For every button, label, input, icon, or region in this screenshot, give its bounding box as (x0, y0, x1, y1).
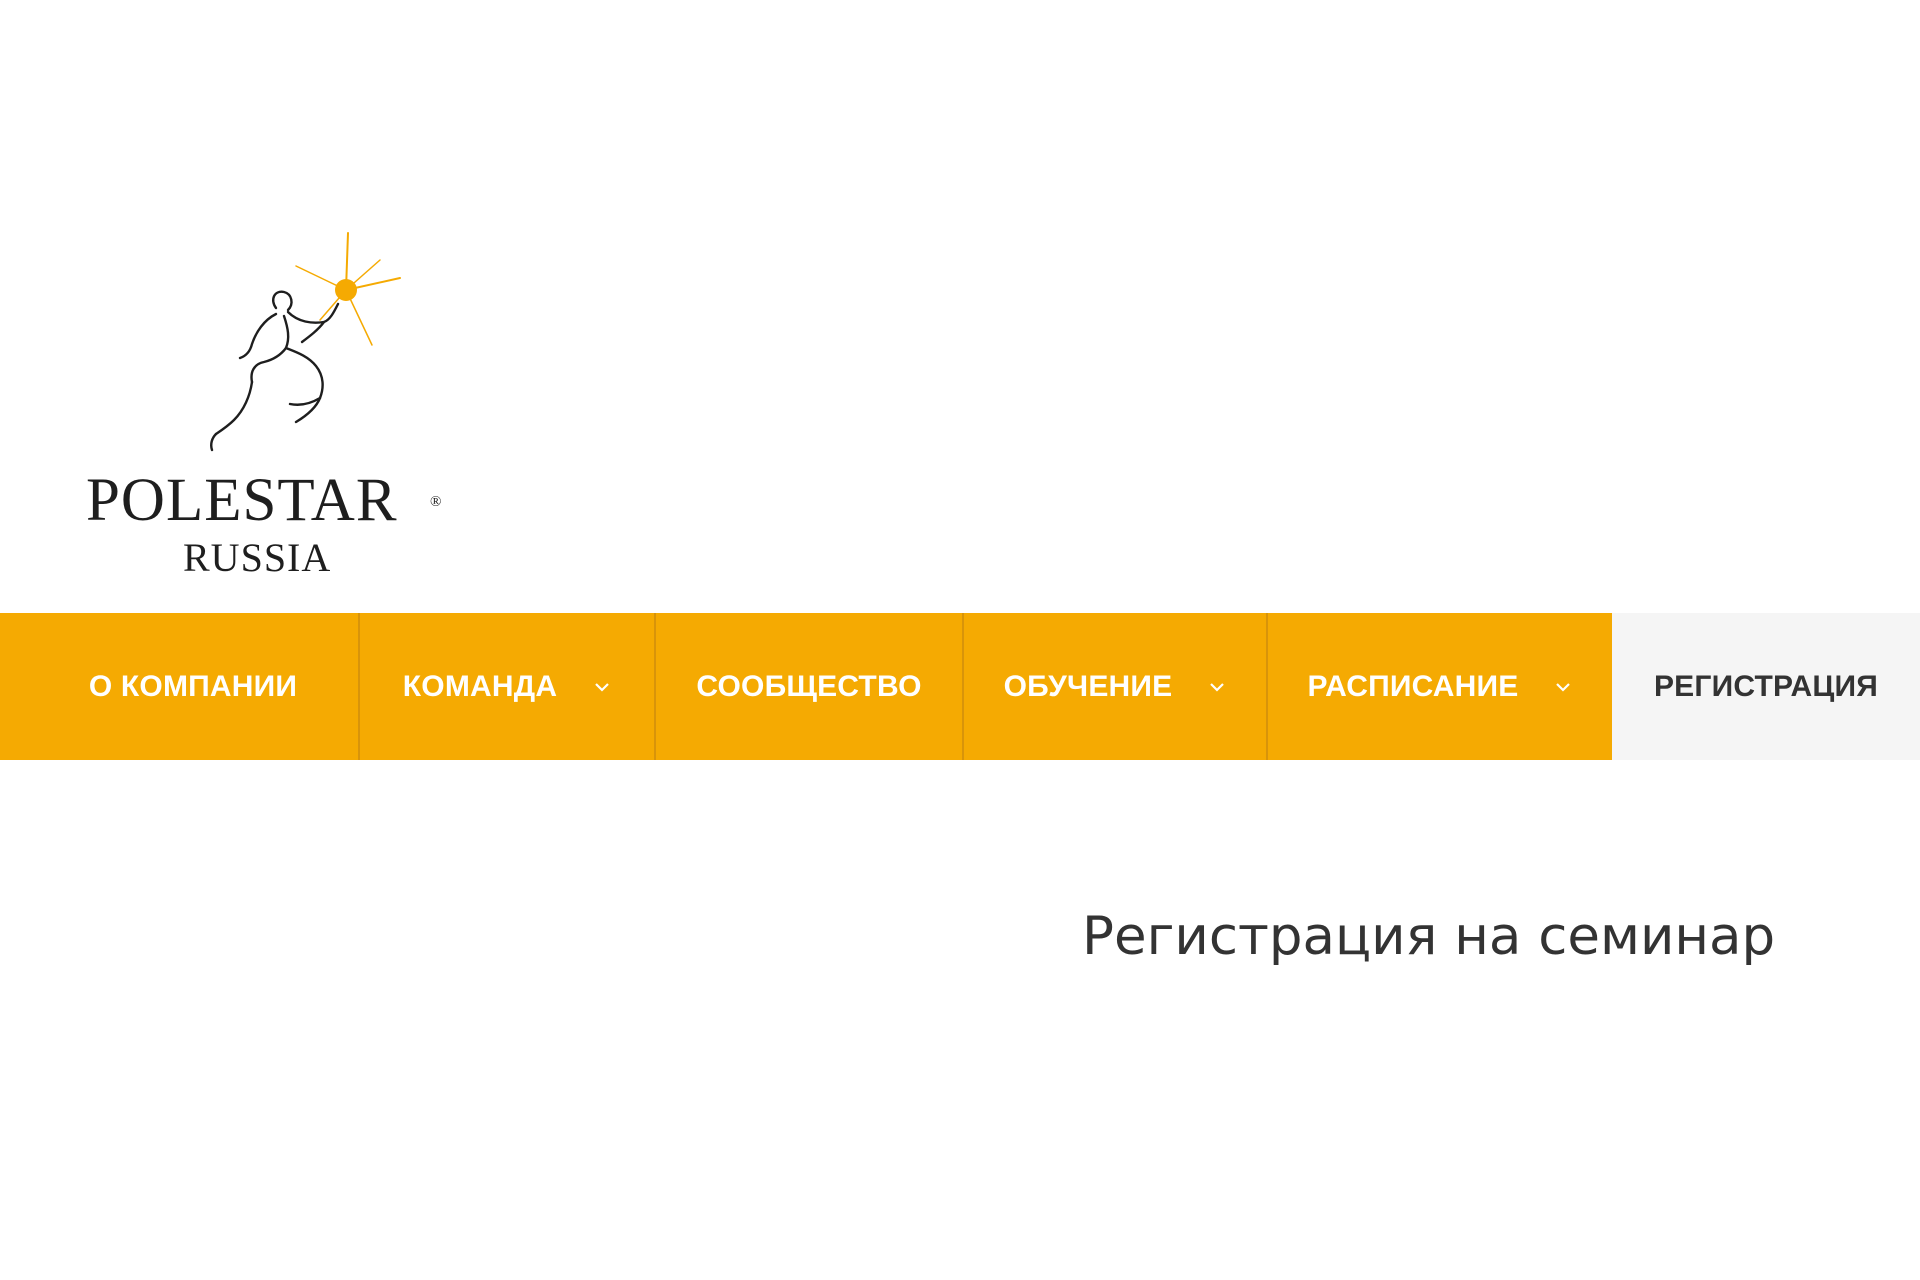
page: POLESTAR ® RUSSIA О КОМПАНИИ КОМАНДА СОО… (0, 0, 1920, 1280)
nav-item-schedule[interactable]: РАСПИСАНИЕ (1268, 613, 1612, 760)
running-figure-star-icon (210, 232, 401, 452)
nav-item-team[interactable]: КОМАНДА (360, 613, 654, 760)
nav-item-education[interactable]: ОБУЧЕНИЕ (964, 613, 1266, 760)
registered-mark: ® (430, 494, 442, 510)
logo-brand-text: POLESTAR (86, 467, 398, 534)
nav-item-label: ОБУЧЕНИЕ (1003, 669, 1173, 703)
nav-item-label: СООБЩЕСТВО (696, 669, 922, 703)
nav-item-label: РАСПИСАНИЕ (1307, 669, 1519, 703)
nav-item-registration[interactable]: РЕГИСТРАЦИЯ (1612, 613, 1920, 760)
polestar-logo[interactable]: POLESTAR ® RUSSIA (80, 230, 460, 580)
chevron-down-icon[interactable] (593, 678, 611, 696)
nav-item-label: О КОМПАНИИ (88, 669, 298, 703)
chevron-down-icon[interactable] (1554, 678, 1572, 696)
logo-subtitle-text: RUSSIA (183, 535, 332, 580)
nav-item-label: РЕГИСТРАЦИЯ (1653, 669, 1879, 703)
star-icon (295, 232, 401, 346)
main-nav: О КОМПАНИИ КОМАНДА СООБЩЕСТВО ОБУЧЕНИЕ Р… (0, 613, 1920, 760)
page-title: Регистрация на семинар (1082, 906, 1776, 967)
nav-item-community[interactable]: СООБЩЕСТВО (656, 613, 962, 760)
chevron-down-icon[interactable] (1208, 678, 1226, 696)
nav-item-company[interactable]: О КОМПАНИИ (0, 613, 358, 760)
nav-item-label: КОМАНДА (402, 669, 558, 703)
